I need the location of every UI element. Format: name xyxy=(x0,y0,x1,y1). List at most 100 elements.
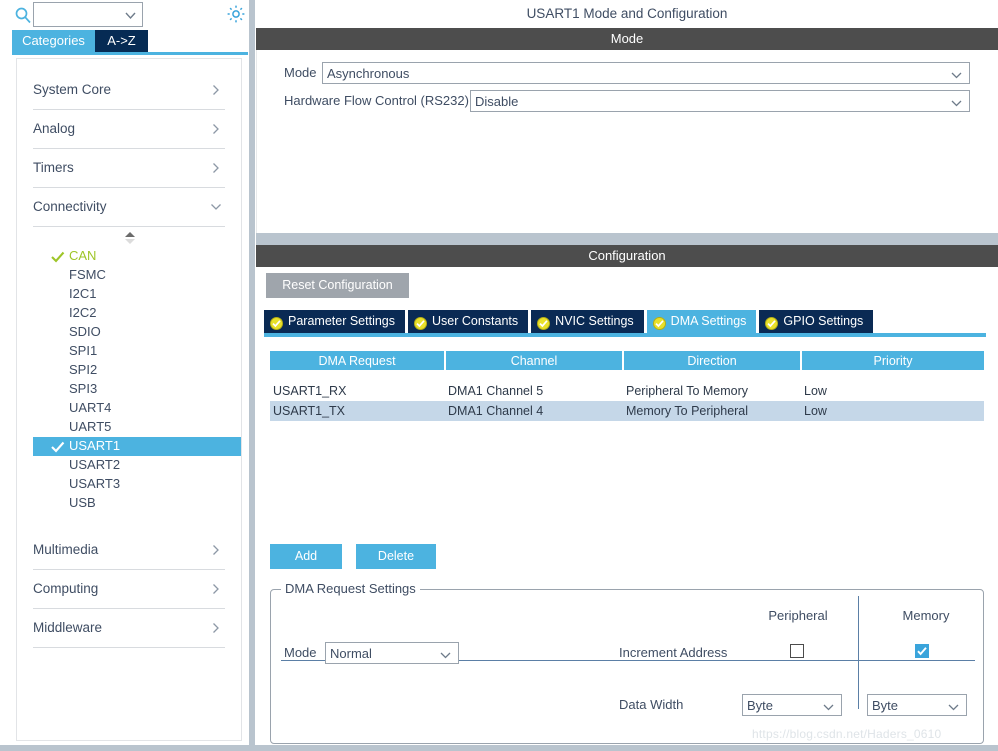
increment-address-memory-checkbox[interactable] xyxy=(915,644,929,658)
peripheral-item-spi3[interactable]: SPI3 xyxy=(33,380,241,399)
tab-gpio-settings[interactable]: GPIO Settings xyxy=(759,310,874,333)
sidebar-group-middleware[interactable]: Middleware xyxy=(33,609,225,648)
check-badge-icon xyxy=(270,315,283,330)
check-badge-icon xyxy=(652,315,666,330)
peripheral-item-label: SDIO xyxy=(69,324,101,339)
peripheral-item-spi2[interactable]: SPI2 xyxy=(33,361,241,380)
tab-parameter-settings[interactable]: Parameter Settings xyxy=(264,310,405,333)
tab-nvic-settings[interactable]: NVIC Settings xyxy=(531,310,644,333)
peripheral-item-uart4[interactable]: UART4 xyxy=(33,399,241,418)
sidebar-group-computing[interactable]: Computing xyxy=(33,570,225,609)
table-cell: DMA1 Channel 4 xyxy=(445,401,623,421)
column-header[interactable]: DMA Request xyxy=(270,351,446,370)
tab-categories[interactable]: Categories xyxy=(12,30,95,52)
pane-splitter[interactable] xyxy=(249,0,255,751)
table-row[interactable]: USART1_TX DMA1 Channel 4 Memory To Periphe… xyxy=(270,401,984,421)
data-width-peripheral-select[interactable]: Byte xyxy=(742,694,842,716)
column-header[interactable]: Channel xyxy=(445,351,624,370)
dma-mode-value: Normal xyxy=(330,646,372,661)
peripheral-item-usart2[interactable]: USART2 xyxy=(33,456,241,475)
list-scroll-spinner[interactable] xyxy=(17,231,241,245)
search-combobox[interactable] xyxy=(33,2,143,27)
peripheral-item-can[interactable]: CAN xyxy=(33,247,241,266)
panel-splitter[interactable] xyxy=(256,233,998,245)
peripheral-item-label: USB xyxy=(69,495,96,510)
tab-dma-settings[interactable]: DMA Settings xyxy=(646,310,757,333)
chevron-right-icon xyxy=(210,83,222,95)
mode-select-value: Asynchronous xyxy=(327,66,410,81)
tab-a-to-z[interactable]: A->Z xyxy=(95,30,148,52)
sidebar-group-label: Timers xyxy=(33,160,74,175)
sidebar-group-multimedia[interactable]: Multimedia xyxy=(33,531,225,570)
sidebar-group-system-core[interactable]: System Core xyxy=(33,71,225,110)
sidebar-search-row xyxy=(0,0,248,30)
data-width-label: Data Width xyxy=(619,697,684,712)
chevron-right-icon xyxy=(210,543,222,555)
peripheral-item-label: USART3 xyxy=(69,476,121,491)
peripheral-item-label: UART5 xyxy=(69,419,112,434)
watermark-text: https://blog.csdn.net/Haders_0610 xyxy=(752,727,942,741)
tab-label: NVIC Settings xyxy=(555,314,634,328)
peripheral-item-i2c1[interactable]: I2C1 xyxy=(33,285,241,304)
memory-column-header: Memory xyxy=(902,608,950,623)
configuration-pane: USART1 Mode and Configuration Mode Mode … xyxy=(256,0,998,751)
sidebar-group-timers[interactable]: Timers xyxy=(33,149,225,188)
peripheral-item-label: USART2 xyxy=(69,457,121,472)
configuration-section-header: Configuration xyxy=(256,245,998,267)
sidebar-tabs-underline xyxy=(12,52,248,55)
app-window: Categories A->Z System Core Analog Timer… xyxy=(0,0,998,751)
increment-address-peripheral-checkbox[interactable] xyxy=(790,644,804,658)
gear-icon[interactable] xyxy=(226,4,246,24)
peripheral-item-i2c2[interactable]: I2C2 xyxy=(33,304,241,323)
hardware-flow-control-value: Disable xyxy=(475,94,519,109)
peripheral-item-spi1[interactable]: SPI1 xyxy=(33,342,241,361)
mode-section-header: Mode xyxy=(256,28,998,50)
column-header[interactable]: Priority xyxy=(801,351,984,370)
sidebar-group-analog[interactable]: Analog xyxy=(33,110,225,149)
tab-user-constants[interactable]: User Constants xyxy=(408,310,529,333)
peripheral-item-usart3[interactable]: USART3 xyxy=(33,475,241,494)
sidebar-group-label: Computing xyxy=(33,581,99,596)
data-width-memory-value: Byte xyxy=(872,698,899,713)
sidebar-group-label: Analog xyxy=(33,121,76,136)
column-header[interactable]: Direction xyxy=(623,351,802,370)
dma-mode-select[interactable]: Normal xyxy=(325,642,459,664)
sidebar-group-connectivity[interactable]: Connectivity xyxy=(33,188,225,227)
search-input[interactable] xyxy=(37,5,122,24)
chevron-right-icon xyxy=(210,122,222,134)
configuration-tabs: Parameter Settings User Constants NVIC Set… xyxy=(264,310,876,333)
sidebar-group-label: Multimedia xyxy=(33,542,99,557)
category-list[interactable]: System Core Analog Timers Connectivity C… xyxy=(16,58,242,741)
sidebar-tabs: Categories A->Z xyxy=(12,30,248,52)
reset-configuration-button[interactable]: Reset Configuration xyxy=(266,273,409,298)
tab-label: GPIO Settings xyxy=(783,314,864,328)
dma-request-table[interactable]: DMA Request Channel Direction Priority USAR… xyxy=(270,351,984,421)
table-cell: USART1_TX xyxy=(270,401,445,421)
configuration-tabs-underline xyxy=(264,333,986,337)
peripheral-item-uart5[interactable]: UART5 xyxy=(33,418,241,437)
page-title: USART1 Mode and Configuration xyxy=(256,0,998,28)
table-row[interactable]: USART1_RX DMA1 Channel 5 Peripheral To Mem… xyxy=(270,381,984,401)
peripheral-item-fsmc[interactable]: FSMC xyxy=(33,266,241,285)
check-badge-icon xyxy=(537,315,551,330)
mode-field-label: Mode xyxy=(284,65,317,80)
chevron-down-icon xyxy=(210,200,222,212)
mode-select[interactable]: Asynchronous xyxy=(322,62,970,84)
check-icon xyxy=(51,250,65,263)
peripheral-list[interactable]: CAN FSMC I2C1 I2C2 SDIO SPI1 SPI2 SPI3 UART4 UART… xyxy=(17,247,241,513)
chevron-down-icon xyxy=(950,96,963,108)
chevron-down-icon[interactable] xyxy=(124,9,137,22)
peripheral-item-label: USART1 xyxy=(69,438,121,453)
data-width-peripheral-value: Byte xyxy=(747,698,774,713)
data-width-memory-select[interactable]: Byte xyxy=(867,694,967,716)
peripheral-item-usb[interactable]: USB xyxy=(33,494,241,513)
hardware-flow-control-select[interactable]: Disable xyxy=(470,90,970,112)
chevron-down-icon xyxy=(950,68,963,80)
delete-button[interactable]: Delete xyxy=(356,544,436,569)
tab-label: User Constants xyxy=(432,314,519,328)
dma-request-settings-group: DMA Request Settings Peripheral Memory M… xyxy=(270,581,984,744)
add-button[interactable]: Add xyxy=(270,544,342,569)
table-cell: Low xyxy=(801,401,984,421)
peripheral-item-usart1[interactable]: USART1 xyxy=(33,437,241,456)
peripheral-item-sdio[interactable]: SDIO xyxy=(33,323,241,342)
